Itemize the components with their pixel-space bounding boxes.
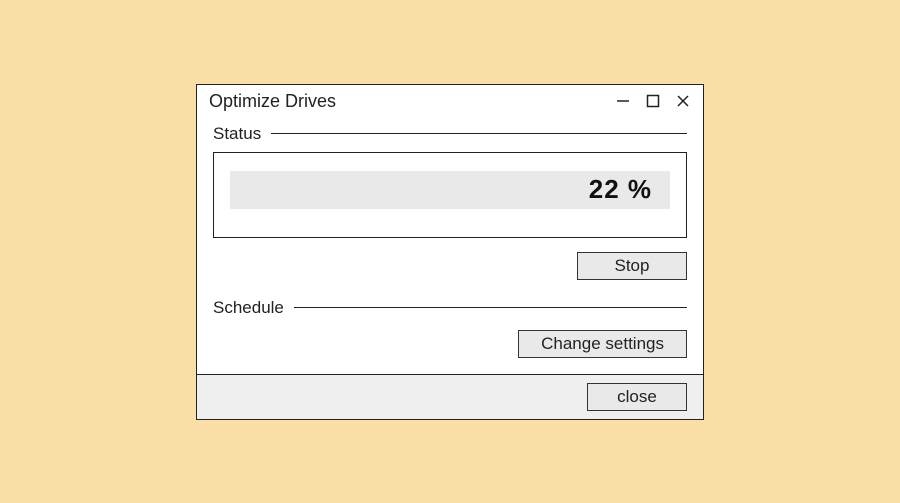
footer: close xyxy=(197,374,703,419)
window-title: Optimize Drives xyxy=(209,91,336,112)
titlebar: Optimize Drives xyxy=(197,85,703,114)
change-settings-button[interactable]: Change settings xyxy=(518,330,687,358)
stop-button[interactable]: Stop xyxy=(577,252,687,280)
content-area: Status 22 % Stop Schedule Change setting… xyxy=(197,114,703,374)
progress-bar: 22 % xyxy=(230,171,670,209)
change-settings-row: Change settings xyxy=(213,330,687,358)
window-controls xyxy=(615,93,691,109)
schedule-label: Schedule xyxy=(213,298,284,318)
close-button[interactable]: close xyxy=(587,383,687,411)
divider-line xyxy=(271,133,687,134)
schedule-section-header: Schedule xyxy=(213,298,687,318)
status-box: 22 % xyxy=(213,152,687,238)
minimize-icon[interactable] xyxy=(615,93,631,109)
divider-line xyxy=(294,307,687,308)
close-icon[interactable] xyxy=(675,93,691,109)
maximize-icon[interactable] xyxy=(645,93,661,109)
status-label: Status xyxy=(213,124,261,144)
status-section-header: Status xyxy=(213,124,687,144)
progress-text: 22 % xyxy=(589,174,652,205)
stop-button-row: Stop xyxy=(213,252,687,280)
optimize-drives-window: Optimize Drives Status 22 % Stop xyxy=(196,84,704,420)
